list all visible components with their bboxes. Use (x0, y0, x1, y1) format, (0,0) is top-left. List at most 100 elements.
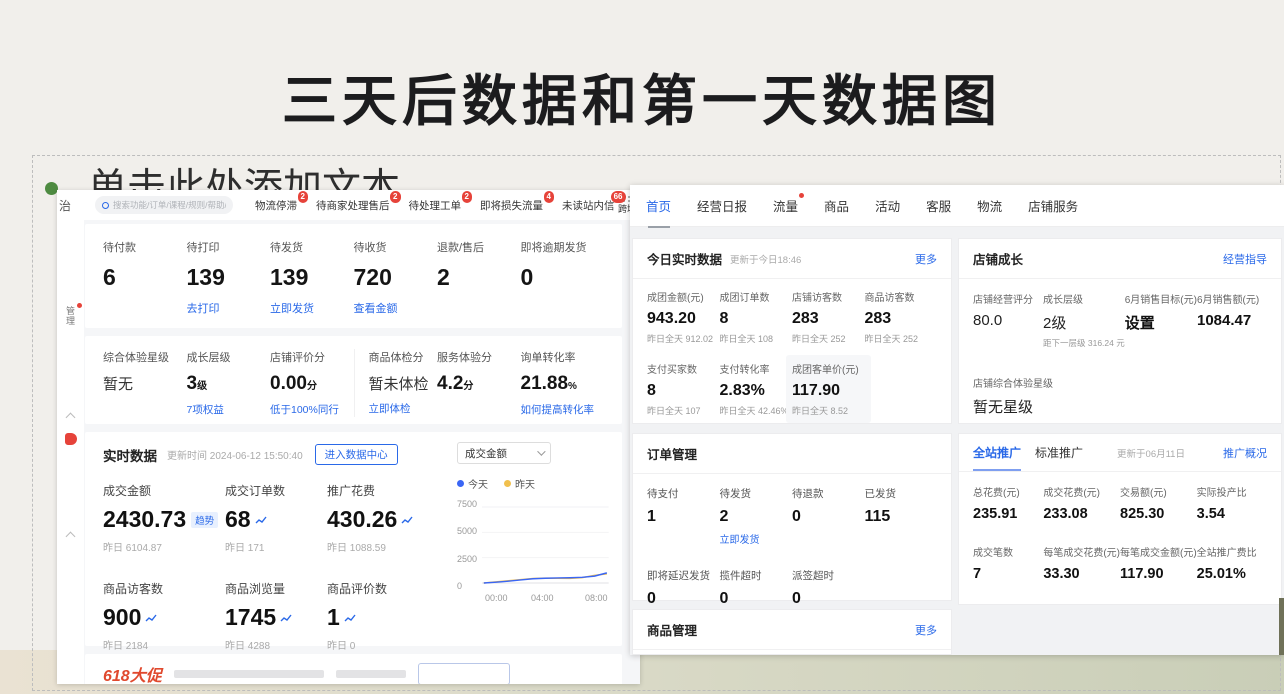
chevron-up-icon[interactable] (66, 532, 76, 542)
store-metric-label: 综合体验星级 (103, 349, 187, 365)
trend-icon[interactable] (255, 515, 267, 525)
left-top-nav: 物流停滞 2 待商家处理售后 2 待处理工单 2 即将损失流量 4 未读站内信 … (255, 198, 615, 213)
tab-home[interactable]: 首页 (646, 196, 671, 215)
metric-cell: 商品评价数 1 昨日 0 (327, 580, 445, 652)
metric-label: 成交订单数 (225, 482, 327, 499)
metric-prev: 昨日 6104.87 (103, 539, 225, 554)
star-value: 暂无星级 (973, 396, 1267, 417)
todo-action-link[interactable]: 查看金额 (354, 300, 438, 316)
order-cell: 派签超时 0 (792, 568, 865, 608)
metric-label: 商品访客数 (865, 289, 938, 304)
promotion-overview-link[interactable]: 推广概况 (1223, 445, 1267, 461)
more-link[interactable]: 更多 (915, 622, 937, 638)
ship-now-link[interactable]: 立即发货 (720, 531, 793, 546)
metric-cell: 商品访客数 900 昨日 2184 (103, 580, 225, 652)
tab-activities[interactable]: 活动 (875, 196, 900, 215)
tab-daily-report[interactable]: 经营日报 (697, 196, 747, 215)
tab-logistics[interactable]: 物流 (977, 196, 1002, 215)
metric-value: 825.30 (1120, 506, 1197, 522)
metric-cell: 成团订单数 8 昨日全天 108 (720, 289, 793, 345)
nav-label: 待处理工单 (409, 200, 462, 212)
nav-label: 即将损失流量 (480, 200, 543, 212)
tab-products[interactable]: 商品 (824, 196, 849, 215)
legend-label: 昨天 (515, 476, 535, 491)
chevron-up-icon[interactable] (66, 413, 76, 423)
order-label: 派签超时 (792, 568, 865, 583)
metric-label: 支付转化率 (720, 361, 793, 376)
trend-icon[interactable] (344, 613, 356, 623)
metric-value: 430.26 (327, 506, 397, 533)
metric-cell: 6月销售目标(元) 设置 (1125, 291, 1197, 349)
metric-value: 233.08 (1043, 506, 1120, 522)
legend-yesterday[interactable]: 昨天 (504, 476, 535, 491)
nav-item-pending-tickets[interactable]: 待处理工单 2 (409, 198, 462, 213)
notification-badge: 2 (390, 191, 400, 203)
nav-item-logistics-stalled[interactable]: 物流停滞 2 (255, 198, 297, 213)
todo-value: 139 (187, 264, 271, 291)
promo-banner[interactable]: 618大促 (85, 654, 622, 684)
promo-text-placeholder (336, 670, 406, 678)
metric-value: 117.90 (792, 382, 865, 400)
metric-prev: 昨日全天 252 (865, 332, 938, 345)
tab-sitewide-promotion[interactable]: 全站推广 (973, 444, 1021, 461)
search-icon (102, 202, 109, 209)
todo-item: 即将逾期发货 0 (521, 239, 605, 318)
metric-cell: 交易额(元) 825.30 (1120, 484, 1197, 522)
nav-label: 未读站内信 (562, 200, 615, 212)
store-metric-link[interactable]: 立即体检 (369, 401, 438, 416)
store-growth-card: 店铺成长 经营指导 店铺经营评分 80.0 成长层级 2级 距下一层级 316.… (958, 238, 1282, 424)
todo-label: 退款/售后 (437, 239, 521, 255)
nav-label: 物流停滞 (255, 200, 297, 212)
chart-metric-dropdown[interactable]: 成交金额 (457, 442, 551, 464)
realtime-chart-panel: 成交金额 今天 昨天 7500 5000 2500 0 (457, 442, 609, 603)
chart-x-axis: 00:00 04:00 08:00 (485, 591, 625, 603)
tab-customer-service[interactable]: 客服 (926, 196, 951, 215)
store-metric-link[interactable]: 7项权益 (187, 402, 271, 417)
notification-badge: 66 (611, 191, 626, 203)
search-input[interactable]: 搜索功能/订单/课程/规则/帮助/服务 (95, 196, 233, 214)
metric-prev: 昨日全天 912.02 (647, 332, 720, 345)
metric-subtext: 距下一层级 316.24 元 (1043, 337, 1125, 349)
notification-badge: 2 (462, 191, 472, 203)
nav-item-unread-messages[interactable]: 未读站内信 66 (562, 198, 615, 213)
metric-label: 成团客单价(元) (792, 361, 865, 376)
tab-traffic[interactable]: 流量 (773, 196, 798, 215)
trend-icon[interactable] (145, 613, 157, 623)
store-metric-link[interactable]: 如何提高转化率 (521, 402, 605, 417)
store-metric-warning-link[interactable]: 低于100%同行 (270, 402, 354, 417)
todo-action-link[interactable]: 立即发货 (270, 300, 354, 316)
legend-today[interactable]: 今天 (457, 476, 488, 491)
data-center-button[interactable]: 进入数据中心 (315, 444, 398, 465)
clipped-labels (633, 650, 951, 655)
metric-value: 80.0 (973, 312, 1043, 329)
promotion-card: 全站推广 标准推广 更新于06月11日 推广概况 总花费(元) 235.91 成… (958, 433, 1282, 605)
notification-badge: 2 (298, 191, 308, 203)
legend-dot-yesterday (504, 480, 511, 487)
tab-standard-promotion[interactable]: 标准推广 (1035, 444, 1083, 461)
promo-highlight: 618大促 (103, 662, 162, 684)
metric-label: 总花费(元) (973, 484, 1043, 499)
metric-value: 3.54 (1197, 506, 1267, 522)
todo-item: 待付款 6 (103, 239, 187, 318)
metric-label: 成交金额 (103, 482, 225, 499)
promo-button[interactable] (418, 663, 510, 684)
trend-tag[interactable]: 趋势 (191, 512, 218, 528)
metric-label: 6月销售目标(元) (1125, 291, 1197, 306)
set-target-link[interactable]: 设置 (1125, 312, 1197, 333)
sidebar-red-icon[interactable] (65, 433, 77, 445)
store-metric-label: 成长层级 (187, 349, 271, 365)
metric-cell: 成团金额(元) 943.20 昨日全天 912.02 (647, 289, 720, 345)
trend-icon[interactable] (280, 613, 292, 623)
operation-guide-link[interactable]: 经营指导 (1223, 251, 1267, 267)
trend-icon[interactable] (401, 515, 413, 525)
sidebar-item-manage[interactable]: 管理 (64, 306, 77, 326)
more-link[interactable]: 更多 (915, 251, 937, 267)
realtime-metrics: 成交金额 2430.73 趋势 昨日 6104.87 成交订单数 68 昨日 1… (103, 482, 445, 652)
nav-item-traffic-loss[interactable]: 即将损失流量 4 (480, 198, 543, 213)
todo-action-link[interactable]: 去打印 (187, 300, 271, 316)
card-title: 订单管理 (647, 444, 697, 463)
tab-store-services[interactable]: 店铺服务 (1028, 196, 1078, 215)
nav-item-pending-aftersales[interactable]: 待商家处理售后 2 (316, 198, 390, 213)
metric-value: 8 (720, 310, 793, 328)
store-metric-label: 询单转化率 (521, 349, 605, 365)
